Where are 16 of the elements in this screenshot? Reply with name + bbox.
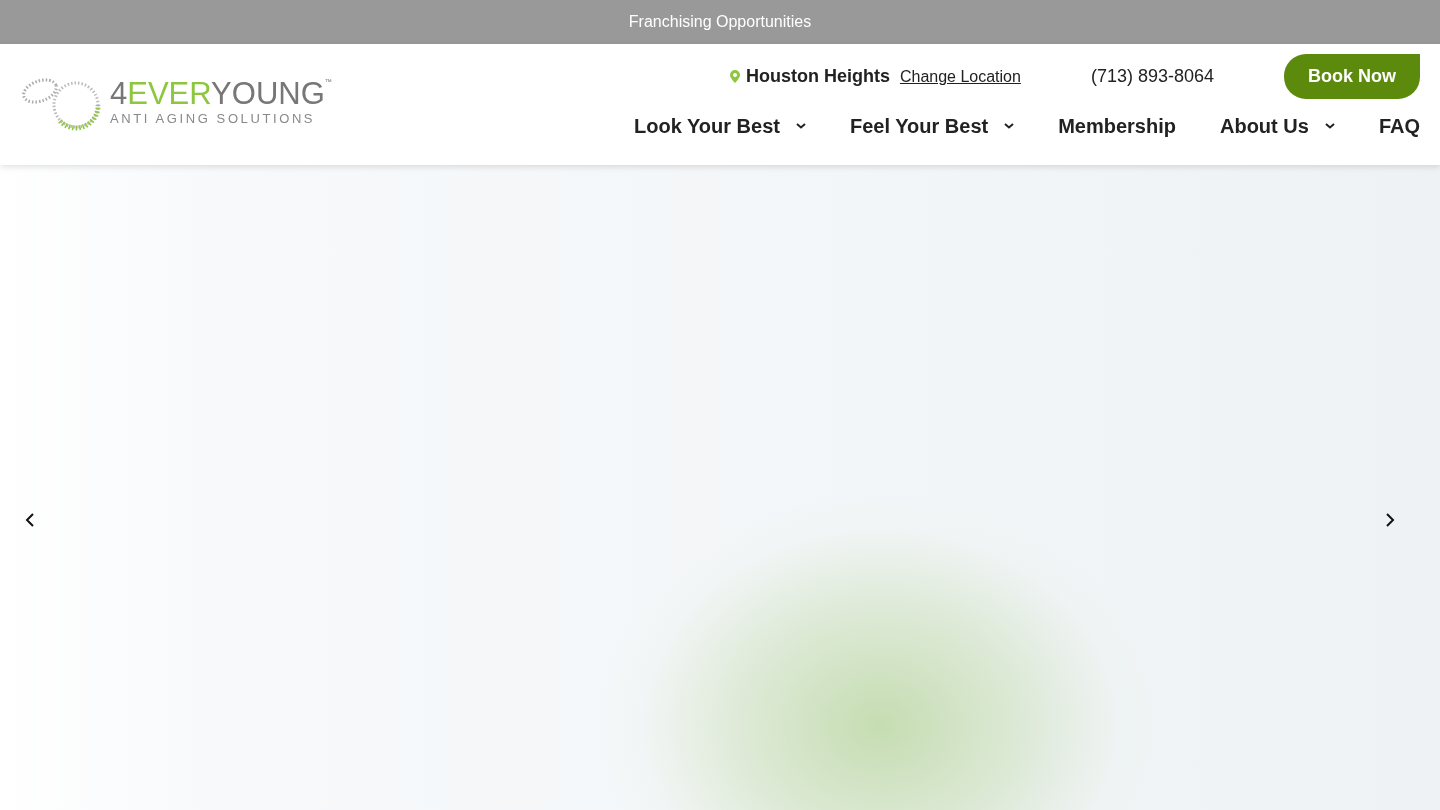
location-pin-icon [729, 70, 740, 83]
phone-link[interactable]: (713) 893-8064 [1090, 66, 1214, 87]
nav-link[interactable]: Membership [1058, 114, 1176, 138]
change-location-link[interactable]: Change Location [899, 67, 1021, 86]
chevron-down-icon[interactable] [1004, 123, 1015, 129]
book-now-button[interactable]: Book Now [1284, 54, 1420, 99]
previous-slide-icon[interactable] [24, 512, 36, 528]
nav-link[interactable]: Look Your Best [634, 114, 780, 138]
logo-wordmark: 4EVERYOUNG$^{™}$ [110, 77, 332, 109]
nav-link[interactable]: Feel Your Best [849, 114, 989, 138]
nav-link[interactable]: About Us [1220, 114, 1309, 138]
nav-link[interactable]: FAQ [1378, 114, 1420, 138]
chevron-down-icon[interactable] [1324, 123, 1335, 129]
logo-tagline: ANTI AGING SOLUTIONS [110, 110, 317, 126]
chevron-down-icon[interactable] [795, 123, 806, 129]
location-name: Houston Heights [745, 66, 890, 87]
